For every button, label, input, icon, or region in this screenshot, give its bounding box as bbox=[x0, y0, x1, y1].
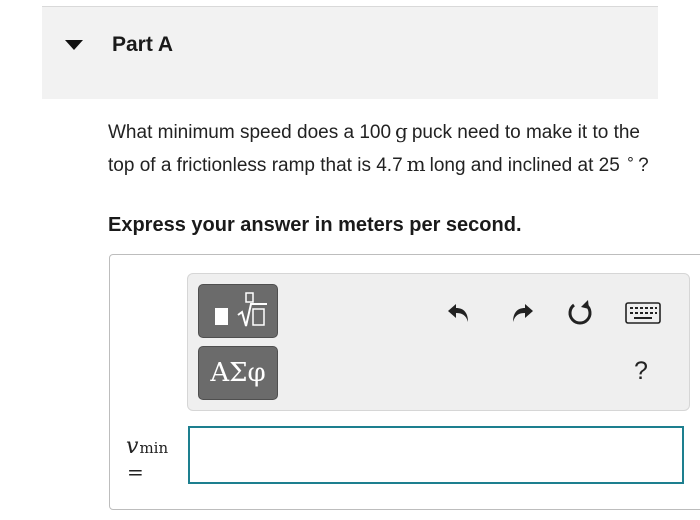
question-text: What minimum speed does a 100 g puck need … bbox=[108, 118, 668, 179]
question-text-part-1: What minimum speed does a 100 bbox=[108, 122, 392, 143]
degree-symbol: ∘ bbox=[625, 151, 636, 168]
undo-button[interactable] bbox=[442, 296, 476, 330]
templates-sqrt-icon bbox=[215, 292, 267, 327]
answer-input[interactable] bbox=[188, 426, 684, 484]
keyboard-button[interactable] bbox=[624, 298, 662, 328]
greek-symbols-button[interactable]: ΑΣφ bbox=[198, 346, 278, 400]
length-unit: m bbox=[406, 152, 426, 176]
keyboard-icon bbox=[625, 302, 661, 324]
answer-instruction: Express your answer in meters per second… bbox=[108, 214, 522, 236]
equals-sign: = bbox=[127, 460, 144, 484]
problem-page: Part A What minimum speed does a 100 g puc… bbox=[0, 0, 700, 520]
redo-icon bbox=[513, 304, 533, 322]
help-button[interactable]: ? bbox=[628, 357, 654, 389]
mass-unit: g bbox=[395, 119, 408, 143]
reset-icon bbox=[568, 300, 592, 325]
question-text-part-4: ? bbox=[638, 155, 649, 176]
caret-down-icon[interactable] bbox=[65, 40, 83, 50]
undo-icon bbox=[448, 304, 468, 322]
redo-button[interactable] bbox=[505, 296, 539, 330]
templates-button[interactable] bbox=[198, 284, 278, 338]
variable-subscript: min bbox=[139, 439, 169, 457]
answer-variable-label: vmin bbox=[126, 434, 168, 459]
part-title[interactable]: Part A bbox=[112, 33, 173, 57]
variable-symbol: v bbox=[126, 434, 139, 459]
question-text-part-3: long and inclined at 25 bbox=[429, 155, 620, 176]
reset-button[interactable] bbox=[563, 296, 597, 330]
